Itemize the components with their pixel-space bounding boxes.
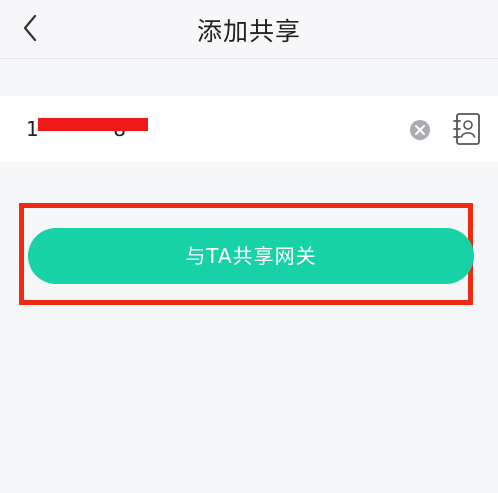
page-title: 添加共享 (196, 17, 301, 46)
clear-input-button[interactable] (409, 119, 431, 141)
contacts-button[interactable] (452, 112, 482, 146)
top-nav-bar: 添加共享 (0, 0, 498, 59)
share-gateway-button[interactable]: 与TA共享网关 (28, 228, 474, 284)
redaction-mark (38, 118, 148, 131)
clear-circle-icon (410, 120, 430, 140)
contacts-book-icon (453, 113, 480, 145)
